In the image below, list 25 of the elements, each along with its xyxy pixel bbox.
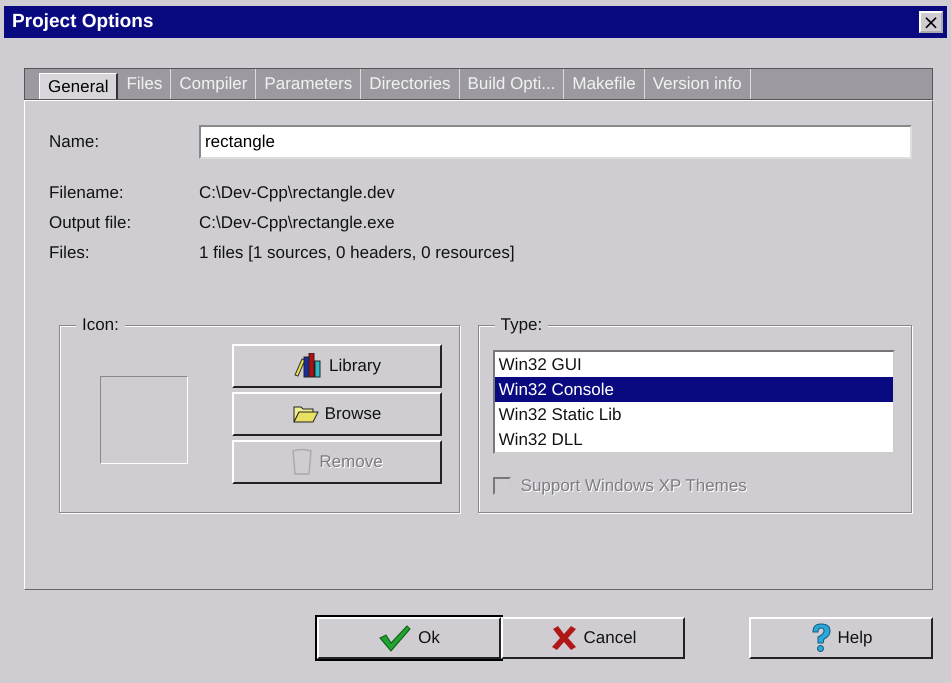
x-mark-icon (550, 624, 578, 652)
info-label: Output file: (49, 213, 132, 233)
info-value: C:\Dev-Cpp\rectangle.dev (199, 183, 395, 203)
trash-icon (291, 448, 314, 476)
books-icon (293, 353, 324, 379)
cancel-button[interactable]: Cancel (501, 617, 685, 659)
name-field[interactable]: rectangle (199, 125, 912, 159)
close-button[interactable]: × (919, 11, 943, 33)
checkbox-label: Support Windows XP Themes (520, 476, 747, 496)
question-mark-icon (810, 623, 832, 653)
info-label: Filename: (49, 183, 125, 203)
info-value: C:\Dev-Cpp\rectangle.exe (199, 213, 395, 233)
folder-icon (292, 404, 319, 424)
field-label: Name: (49, 132, 100, 152)
checkmark-icon (378, 624, 412, 652)
browse-button[interactable]: Browse (232, 392, 442, 436)
info-label: Files: (49, 243, 91, 263)
help-button[interactable]: Help (749, 617, 933, 659)
ok-button[interactable]: Ok (317, 617, 501, 659)
group-title: Type: (494, 315, 548, 335)
tab[interactable]: General (39, 73, 118, 99)
window-title: Project Options (12, 11, 154, 33)
list-item[interactable]: Win32 Console (494, 377, 893, 402)
info-value: 1 files [1 sources, 0 headers, 0 resources] (199, 243, 515, 263)
library-button[interactable]: Library (232, 344, 442, 388)
